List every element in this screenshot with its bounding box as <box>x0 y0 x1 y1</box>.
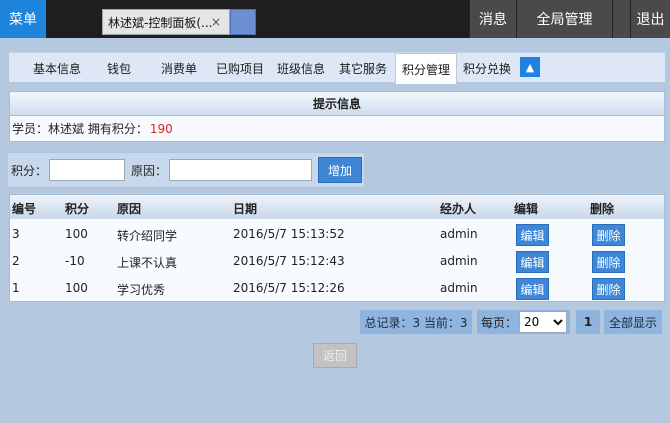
pager-summary: 总记录：3 当前：3 <box>360 310 472 334</box>
logout-button[interactable]: 退出 <box>630 0 670 38</box>
tab-points-management[interactable]: 积分管理 <box>395 53 458 84</box>
show-all-button[interactable]: 全部显示 <box>604 310 662 334</box>
tab-purchased-items[interactable]: 已购项目 <box>216 53 264 83</box>
tab-consumption[interactable]: 消费单 <box>161 53 197 83</box>
cell-score: 100 <box>65 281 88 295</box>
per-page-control: 每页： 20 <box>477 310 570 334</box>
separator <box>612 0 630 38</box>
per-page-label: 每页： <box>481 315 518 330</box>
window-tab-area: 林述斌-控制面板(... × <box>46 0 466 38</box>
tab-wallet[interactable]: 钱包 <box>107 53 131 83</box>
points-table: 编号 积分 原因 日期 经办人 编辑 删除 3 100 转介绍同学 2016/5… <box>9 194 665 302</box>
new-tab-button[interactable] <box>230 9 256 35</box>
cell-id: 3 <box>12 227 20 241</box>
header-score: 积分 <box>65 202 90 216</box>
delete-button[interactable]: 删除 <box>592 278 625 300</box>
header-date: 日期 <box>233 202 258 216</box>
messages-button[interactable]: 消息 <box>469 0 516 38</box>
header-edit: 编辑 <box>514 202 539 216</box>
cell-id: 1 <box>12 281 20 295</box>
edit-button[interactable]: 编辑 <box>516 251 549 273</box>
edit-button[interactable]: 编辑 <box>516 278 549 300</box>
table-header: 编号 积分 原因 日期 经办人 编辑 删除 <box>10 195 664 219</box>
window-tab[interactable]: 林述斌-控制面板(... × <box>102 9 230 35</box>
tab-points-exchange[interactable]: 积分兑换 <box>463 53 511 83</box>
top-right-actions: 消息 全局管理 退出 <box>469 0 670 38</box>
info-panel-title: 提示信息 <box>9 91 665 116</box>
cell-score: 100 <box>65 227 88 241</box>
cell-date: 2016/5/7 15:13:52 <box>233 227 345 241</box>
edit-button[interactable]: 编辑 <box>516 224 549 246</box>
tab-bar: 基本信息 钱包 消费单 已购项目 班级信息 其它服务 积分管理 积分兑换 ▲ <box>9 52 665 84</box>
add-points-form: 积分： 原因： 增加 <box>7 152 365 188</box>
points-value: 190 <box>149 121 173 136</box>
cell-reason: 学习优秀 <box>117 283 166 297</box>
header-id: 编号 <box>12 202 37 216</box>
reason-input[interactable] <box>169 159 313 181</box>
cell-id: 2 <box>12 254 20 268</box>
tab-basic-info[interactable]: 基本信息 <box>33 53 81 83</box>
window-tab-label: 林述斌-控制面板(... <box>108 15 213 30</box>
tab-other-services[interactable]: 其它服务 <box>339 53 387 83</box>
header-reason: 原因 <box>117 202 142 216</box>
top-bar: 菜单 林述斌-控制面板(... × 消息 全局管理 退出 <box>0 0 670 38</box>
back-button[interactable]: 返回 <box>313 343 357 368</box>
header-delete: 删除 <box>590 202 615 216</box>
tab-class-info[interactable]: 班级信息 <box>277 53 325 83</box>
global-admin-button[interactable]: 全局管理 <box>516 0 612 38</box>
page-number-button[interactable]: 1 <box>576 310 600 334</box>
delete-button[interactable]: 删除 <box>592 224 625 246</box>
reason-label: 原因： <box>131 163 168 178</box>
header-operator: 经办人 <box>440 202 477 216</box>
add-button[interactable]: 增加 <box>318 157 363 183</box>
close-icon[interactable]: × <box>211 15 221 29</box>
delete-button[interactable]: 删除 <box>592 251 625 273</box>
menu-button[interactable]: 菜单 <box>0 0 46 38</box>
cell-date: 2016/5/7 15:12:26 <box>233 281 345 295</box>
info-panel-body: 学员：林述斌 拥有积分： 190 <box>9 116 665 142</box>
table-row: 1 100 学习优秀 2016/5/7 15:12:26 admin 编辑 删除 <box>10 275 664 302</box>
student-label: 学员：林述斌 拥有积分： <box>12 122 148 136</box>
cell-score: -10 <box>65 254 85 268</box>
table-row: 3 100 转介绍同学 2016/5/7 15:13:52 admin 编辑 删… <box>10 221 664 248</box>
cell-operator: admin <box>440 281 478 295</box>
score-input[interactable] <box>49 159 126 181</box>
cell-date: 2016/5/7 15:12:43 <box>233 254 345 268</box>
cell-operator: admin <box>440 227 478 241</box>
cell-reason: 转介绍同学 <box>117 229 178 243</box>
per-page-select[interactable]: 20 <box>519 311 568 333</box>
cell-operator: admin <box>440 254 478 268</box>
score-label: 积分： <box>11 163 48 178</box>
table-row: 2 -10 上课不认真 2016/5/7 15:12:43 admin 编辑 删… <box>10 248 664 275</box>
triangle-up-icon[interactable]: ▲ <box>520 57 540 77</box>
cell-reason: 上课不认真 <box>117 256 178 270</box>
